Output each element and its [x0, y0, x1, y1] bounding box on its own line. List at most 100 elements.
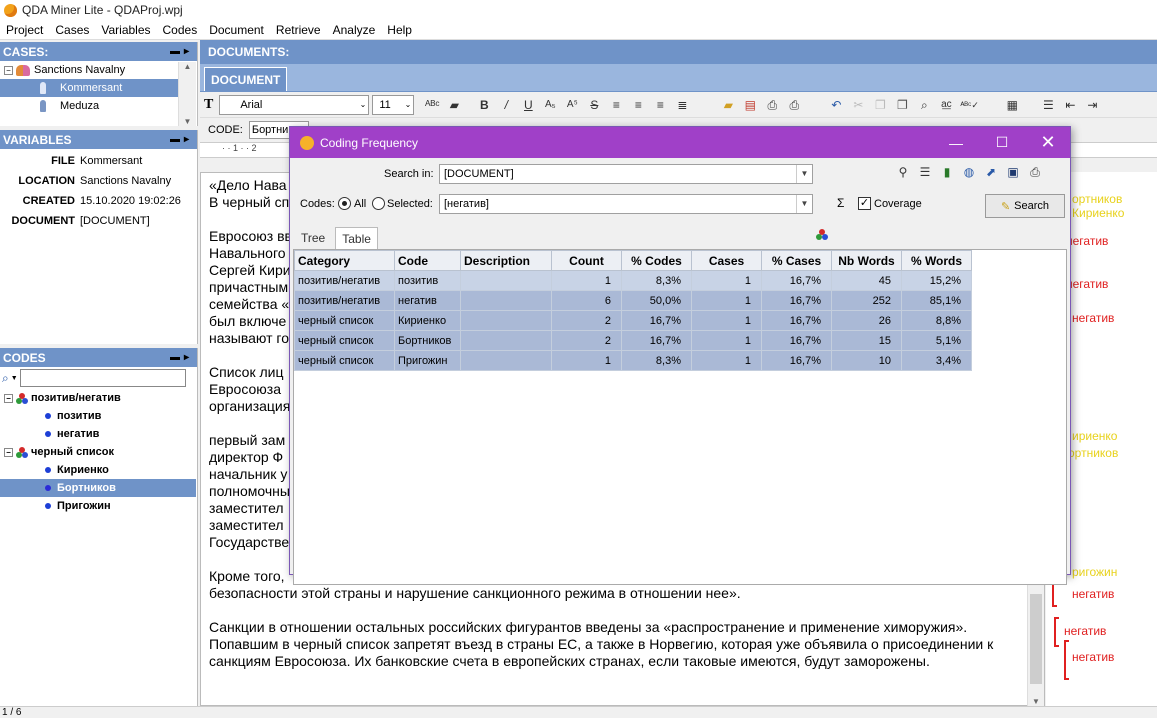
margin-label[interactable]: Кириенко: [1072, 206, 1124, 220]
col-nb-words[interactable]: Nb Words: [831, 250, 902, 271]
variable-row[interactable]: LOCATION Sanctions Navalny: [0, 171, 197, 191]
document-icon[interactable]: ▤: [742, 97, 758, 113]
properties-icon[interactable]: ▦: [1004, 97, 1020, 113]
code-item-negative[interactable]: негатив: [0, 425, 197, 443]
case-item-meduza[interactable]: Meduza: [0, 97, 197, 115]
panel-controls-icon[interactable]: ▬▸: [170, 46, 193, 57]
menu-help[interactable]: Help: [381, 23, 418, 37]
col-description[interactable]: Description: [460, 250, 552, 271]
margin-label[interactable]: ириенко: [1072, 429, 1117, 443]
paste-icon[interactable]: ❐: [894, 97, 910, 113]
eraser-icon[interactable]: ▰: [446, 97, 462, 113]
spellcheck-icon[interactable]: ᴬᴮᶜ: [424, 97, 440, 113]
save-icon[interactable]: ▣: [1005, 164, 1021, 180]
scroll-down-icon[interactable]: ▼: [1028, 697, 1044, 706]
scrollbar-thumb[interactable]: [1030, 594, 1042, 684]
collapse-icon[interactable]: −: [4, 393, 13, 403]
bullets-icon[interactable]: ☰: [1040, 97, 1056, 113]
maximize-icon[interactable]: ☐: [979, 127, 1025, 158]
list-icon[interactable]: ☰: [917, 164, 933, 180]
coverage-checkbox[interactable]: ✓: [858, 197, 871, 210]
col-count[interactable]: Count: [551, 250, 622, 271]
menu-cases[interactable]: Cases: [49, 23, 95, 37]
panel-controls-icon[interactable]: ▬▸: [170, 352, 193, 363]
sigma-icon[interactable]: Σ: [837, 196, 844, 210]
font-select[interactable]: Arial ⌄: [219, 94, 370, 115]
align-right-icon[interactable]: ≡: [652, 97, 668, 113]
code-selector-icon[interactable]: [816, 229, 828, 240]
document-scrollbar[interactable]: ▼: [1027, 580, 1044, 706]
margin-label[interactable]: ортников: [1072, 192, 1122, 206]
chevron-down-icon[interactable]: ▼: [796, 165, 812, 183]
menu-variables[interactable]: Variables: [95, 23, 156, 37]
search-icon[interactable]: ⌕: [2, 371, 9, 386]
chevron-down-icon[interactable]: ⌄: [360, 96, 367, 114]
menu-analyze[interactable]: Analyze: [327, 23, 382, 37]
variable-row[interactable]: FILE Kommersant: [0, 151, 197, 171]
selected-codes-select[interactable]: [негатив] ▼: [439, 194, 813, 214]
table-row[interactable]: черный список Кириенко 2 16,7% 1 16,7% 2…: [294, 310, 972, 331]
table-row[interactable]: черный список Пригожин 1 8,3% 1 16,7% 10…: [294, 350, 972, 371]
tab-tree[interactable]: Tree: [295, 227, 331, 250]
col-percent-codes[interactable]: % Codes: [621, 250, 692, 271]
code-item-positive[interactable]: позитив: [0, 407, 197, 425]
code-item-kirienko[interactable]: Кириенко: [0, 461, 197, 479]
cut-icon[interactable]: ✂: [850, 97, 866, 113]
font-size-select[interactable]: 11 ⌄: [372, 94, 415, 115]
margin-label[interactable]: ригожин: [1072, 565, 1117, 579]
code-group-positive-negative[interactable]: − позитив/негатив: [0, 389, 197, 407]
search-in-select[interactable]: [DOCUMENT] ▼: [439, 164, 813, 184]
table-row[interactable]: черный список Бортников 2 16,7% 1 16,7% …: [294, 330, 972, 351]
chevron-down-icon[interactable]: ⌄: [405, 96, 412, 114]
code-group-blacklist[interactable]: − черный список: [0, 443, 197, 461]
print-icon[interactable]: ⎙: [764, 97, 780, 113]
collapse-icon[interactable]: −: [4, 447, 13, 457]
print-icon[interactable]: ⎙: [1027, 164, 1043, 180]
code-item-prigozhin[interactable]: Пригожин: [0, 497, 197, 515]
menu-codes[interactable]: Codes: [157, 23, 204, 37]
col-cases[interactable]: Cases: [691, 250, 762, 271]
margin-label[interactable]: негатив: [1072, 311, 1114, 325]
indent-icon[interactable]: ⇥: [1084, 97, 1100, 113]
margin-label[interactable]: ортников: [1068, 446, 1118, 460]
bold-icon[interactable]: B: [476, 97, 492, 113]
minimize-icon[interactable]: —: [933, 127, 979, 158]
align-justify-icon[interactable]: ≣: [674, 97, 690, 113]
menu-document[interactable]: Document: [203, 23, 270, 37]
undo-icon[interactable]: ↶: [828, 97, 844, 113]
margin-label[interactable]: негатив: [1072, 587, 1114, 601]
print-preview-icon[interactable]: ⎙: [786, 97, 802, 113]
cases-root[interactable]: − Sanctions Navalny: [0, 61, 197, 79]
codes-filter-input[interactable]: [19, 369, 186, 387]
menu-retrieve[interactable]: Retrieve: [270, 23, 327, 37]
binoculars-icon[interactable]: ⚲: [895, 164, 911, 180]
radio-all[interactable]: [338, 197, 351, 210]
strikethrough-icon[interactable]: S: [586, 97, 602, 113]
close-icon[interactable]: ✕: [1025, 127, 1071, 158]
code-item-bortnikov[interactable]: Бортников: [0, 479, 196, 497]
tab-table[interactable]: Table: [335, 227, 378, 250]
margin-label[interactable]: негатив: [1072, 650, 1114, 664]
spellcheck-doc-icon[interactable]: ᴬᴮᶜ✓: [960, 97, 979, 113]
margin-label[interactable]: негатив: [1066, 277, 1108, 291]
export-icon[interactable]: ⬈: [983, 164, 999, 180]
cases-scrollbar[interactable]: ▲ ▼: [178, 62, 196, 126]
align-left-icon[interactable]: ≡: [608, 97, 624, 113]
col-code[interactable]: Code: [394, 250, 461, 271]
outdent-icon[interactable]: ⇤: [1062, 97, 1078, 113]
variable-row[interactable]: DOCUMENT [DOCUMENT]: [0, 211, 197, 231]
italic-icon[interactable]: /: [498, 97, 514, 113]
variable-row[interactable]: CREATED 15.10.2020 19:02:26: [0, 191, 197, 211]
col-percent-words[interactable]: % Words: [901, 250, 972, 271]
align-center-icon[interactable]: ≡: [630, 97, 646, 113]
open-folder-icon[interactable]: ▰: [720, 97, 736, 113]
table-row[interactable]: позитив/негатив позитив 1 8,3% 1 16,7% 4…: [294, 270, 972, 291]
collapse-icon[interactable]: −: [4, 65, 13, 75]
replace-icon[interactable]: a͟c: [938, 97, 954, 113]
bar-chart-icon[interactable]: ▮: [939, 164, 955, 180]
tab-document[interactable]: DOCUMENT: [204, 67, 288, 91]
table-row[interactable]: позитив/негатив негатив 6 50,0% 1 16,7% …: [294, 290, 972, 311]
superscript-icon[interactable]: A⁵: [564, 97, 580, 113]
radio-selected[interactable]: [372, 197, 385, 210]
margin-label[interactable]: негатив: [1066, 234, 1108, 248]
